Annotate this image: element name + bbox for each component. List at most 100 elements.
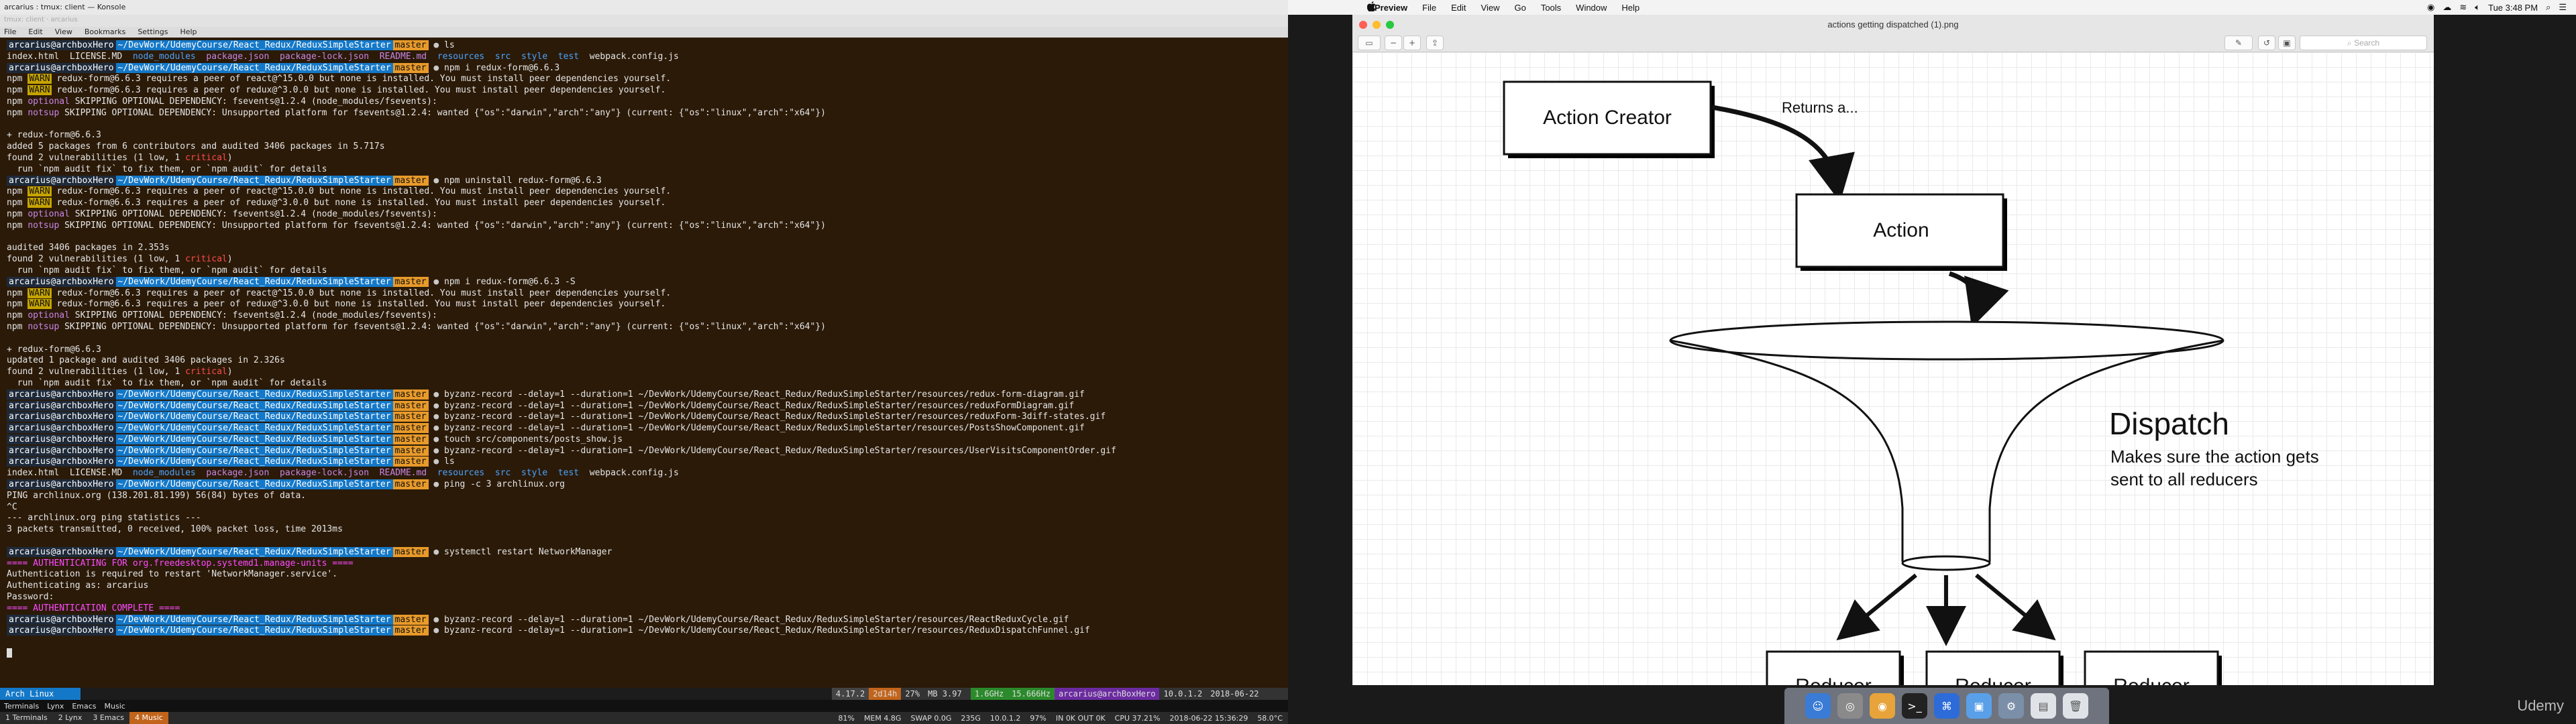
- clock[interactable]: Tue 3:48 PM: [2488, 3, 2538, 13]
- konsole-menu-settings[interactable]: Settings: [138, 27, 168, 37]
- rotate-icon[interactable]: ↺: [2258, 36, 2275, 50]
- terminal-line: Password:: [7, 592, 1281, 603]
- preview-icon[interactable]: ▣: [1966, 693, 1992, 719]
- workspace-button[interactable]: 4 Music: [129, 712, 168, 724]
- npm-opt-text: SKIPPING OPTIONAL DEPENDENCY: fsevents@1…: [74, 208, 437, 219]
- status-segment: 2d14h: [869, 688, 902, 700]
- command-text: byzanz-record --delay=1 --duration=1 ~/D…: [444, 614, 1069, 625]
- konsole-menu-bookmarks[interactable]: Bookmarks: [85, 27, 125, 37]
- prompt-user: arcarius@archboxHero: [7, 276, 116, 287]
- prompt-branch: master: [392, 389, 429, 400]
- terminal-line: run `npm audit fix` to fix them, or `npm…: [7, 265, 1281, 277]
- i3-status-item: 97%: [1030, 713, 1046, 723]
- konsole-menu-edit[interactable]: Edit: [28, 27, 42, 37]
- npm-opt-text: SKIPPING OPTIONAL DEPENDENCY: fsevents@1…: [74, 96, 437, 107]
- workspace-button[interactable]: 3 Emacs: [87, 712, 129, 724]
- prompt-status-dot-icon: ●: [428, 625, 444, 636]
- npm-warn-text: redux-form@6.6.3 requires a peer of redu…: [56, 85, 666, 96]
- zoom-out-icon[interactable]: −: [1385, 36, 1402, 50]
- search-field[interactable]: ⌕ Search: [2300, 36, 2427, 50]
- notification-icon[interactable]: ☰: [2559, 2, 2567, 13]
- prompt-status-dot-icon: ●: [428, 40, 444, 50]
- tmux-window-terminals[interactable]: Terminals: [0, 702, 43, 711]
- preview-image-canvas[interactable]: Action Creator Returns a... Action Dispa…: [1352, 52, 2434, 685]
- output-text: run `npm audit fix` to fix them, or `npm…: [7, 164, 327, 174]
- command-text: npm i redux-form@6.6.3 -S: [444, 276, 576, 287]
- launchpad-icon[interactable]: ◎: [1837, 693, 1863, 719]
- mac-menu-file[interactable]: File: [1415, 3, 1444, 13]
- trash-icon[interactable]: 🗑︎: [2063, 693, 2088, 719]
- konsole-menu-help[interactable]: Help: [180, 27, 197, 37]
- mac-menu-edit[interactable]: Edit: [1444, 3, 1473, 13]
- prompt-path: ~/DevWork/UdemyCourse/React_Redux/ReduxS…: [115, 614, 393, 625]
- i3-status-right: 81% MEM 4.8G SWAP 0.0G 235G 10.0.1.2 97% IN 0K…: [839, 714, 1288, 723]
- i3-status-item: 81%: [838, 713, 855, 723]
- status-segment: 15.666Hz: [1008, 688, 1055, 700]
- terminal-line: updated 1 package and audited 3406 packa…: [7, 355, 1281, 367]
- prompt-branch: master: [392, 423, 429, 434]
- status-segment: 4.17.2: [831, 688, 869, 700]
- tmux-window-lynx[interactable]: Lynx: [43, 702, 68, 711]
- mac-menu-go[interactable]: Go: [1507, 3, 1533, 13]
- output-text: --- archlinux.org ping statistics ---: [7, 513, 201, 524]
- terminal-line: npm notsup SKIPPING OPTIONAL DEPENDENCY:…: [7, 107, 826, 118]
- konsole-menu-file[interactable]: File: [4, 27, 16, 37]
- npm-opt-text: SKIPPING OPTIONAL DEPENDENCY: Unsupporte…: [64, 321, 826, 332]
- status-segment: 27%: [901, 688, 924, 700]
- apple-icon[interactable]: [1288, 1, 1376, 13]
- prompt-branch: master: [392, 276, 429, 287]
- konsole-menu-view[interactable]: View: [55, 27, 72, 37]
- volume-icon[interactable]: 🔈︎: [2475, 2, 2480, 13]
- toolbox-icon[interactable]: ▣: [2278, 36, 2296, 50]
- documents-icon[interactable]: ▤: [2031, 693, 2056, 719]
- terminal-line: index.html LICENSE.MD node_modules packa…: [7, 468, 1281, 479]
- mac-menu-tools[interactable]: Tools: [1534, 3, 1568, 13]
- vscode-icon[interactable]: ⌘: [1934, 693, 1960, 719]
- prompt-branch: master: [392, 40, 429, 50]
- npm-warn-tag: WARN: [28, 85, 52, 96]
- mac-menu-help[interactable]: Help: [1614, 3, 1647, 13]
- mac-menu-window[interactable]: Window: [1568, 3, 1614, 13]
- wifi-icon[interactable]: ≋: [2459, 2, 2467, 13]
- tmux-window-emacs[interactable]: Emacs: [68, 702, 100, 711]
- prompt-status-dot-icon: ●: [428, 423, 444, 434]
- prompt-branch: master: [392, 175, 429, 186]
- command-text: ls: [444, 40, 455, 50]
- workspace-button[interactable]: 1 Terminals: [0, 712, 53, 724]
- mac-menu-preview[interactable]: Preview: [1367, 3, 1415, 13]
- chrome-icon[interactable]: ◉: [1870, 693, 1895, 719]
- tmux-window-music[interactable]: Music: [101, 702, 129, 711]
- dock: ☺ ◎ ◉ >_ ⌘ ▣ ⚙ ▤ 🗑︎: [1784, 688, 2109, 724]
- npm-warn-text: redux-form@6.6.3 requires a peer of reac…: [56, 186, 672, 197]
- spotlight-icon[interactable]: ⌕: [2546, 2, 2551, 13]
- prompt-user: arcarius@archboxHero: [7, 400, 116, 411]
- finder-icon[interactable]: ☺: [1805, 693, 1831, 719]
- prompt-user: arcarius@archboxHero: [7, 445, 116, 456]
- system-prefs-icon[interactable]: ⚙: [1998, 693, 2024, 719]
- workspace-button[interactable]: 2 Lynx: [53, 712, 88, 724]
- terminal-line: npm optional SKIPPING OPTIONAL DEPENDENC…: [7, 208, 437, 219]
- record-icon[interactable]: ◉: [2427, 2, 2434, 13]
- ls-dir: node_modules: [132, 51, 196, 62]
- sidebar-toggle-icon[interactable]: ▭: [1358, 36, 1381, 50]
- distro-label: Arch Linux rolling: [0, 688, 80, 711]
- markup-icon[interactable]: ✎: [2224, 36, 2253, 50]
- npm-opt-tag: notsup: [28, 107, 60, 118]
- prompt-user: arcarius@archboxHero: [7, 412, 116, 422]
- share-icon[interactable]: ⇪: [1426, 36, 1444, 50]
- cloud-icon[interactable]: ☁: [2443, 2, 2451, 13]
- terminal-icon[interactable]: >_: [1902, 693, 1927, 719]
- prompt-status-dot-icon: ●: [428, 614, 444, 625]
- redux-dispatch-diagram: Action Creator Returns a... Action Dispa…: [1503, 80, 2319, 685]
- terminal-output[interactable]: arcarius@archboxHero ~/DevWork/UdemyCours…: [0, 38, 1288, 688]
- konsole-window: arcarius : tmux: client — Konsole tmux: …: [0, 0, 1288, 724]
- vuln-text: found 2 vulnerabilities (1 low, 1 critic…: [7, 152, 233, 163]
- npm-warn-tag: WARN: [28, 288, 52, 298]
- auth-banner: ==== AUTHENTICATING FOR org.freedesktop.…: [7, 558, 354, 568]
- terminal-line: audited 3406 packages in 2.353s: [7, 243, 1281, 254]
- zoom-in-icon[interactable]: +: [1403, 36, 1421, 50]
- output-text: Authenticating as: arcarius: [7, 581, 149, 591]
- mac-menu-view[interactable]: View: [1474, 3, 1507, 13]
- i3-status-item: 10.0.1.2: [989, 713, 1021, 723]
